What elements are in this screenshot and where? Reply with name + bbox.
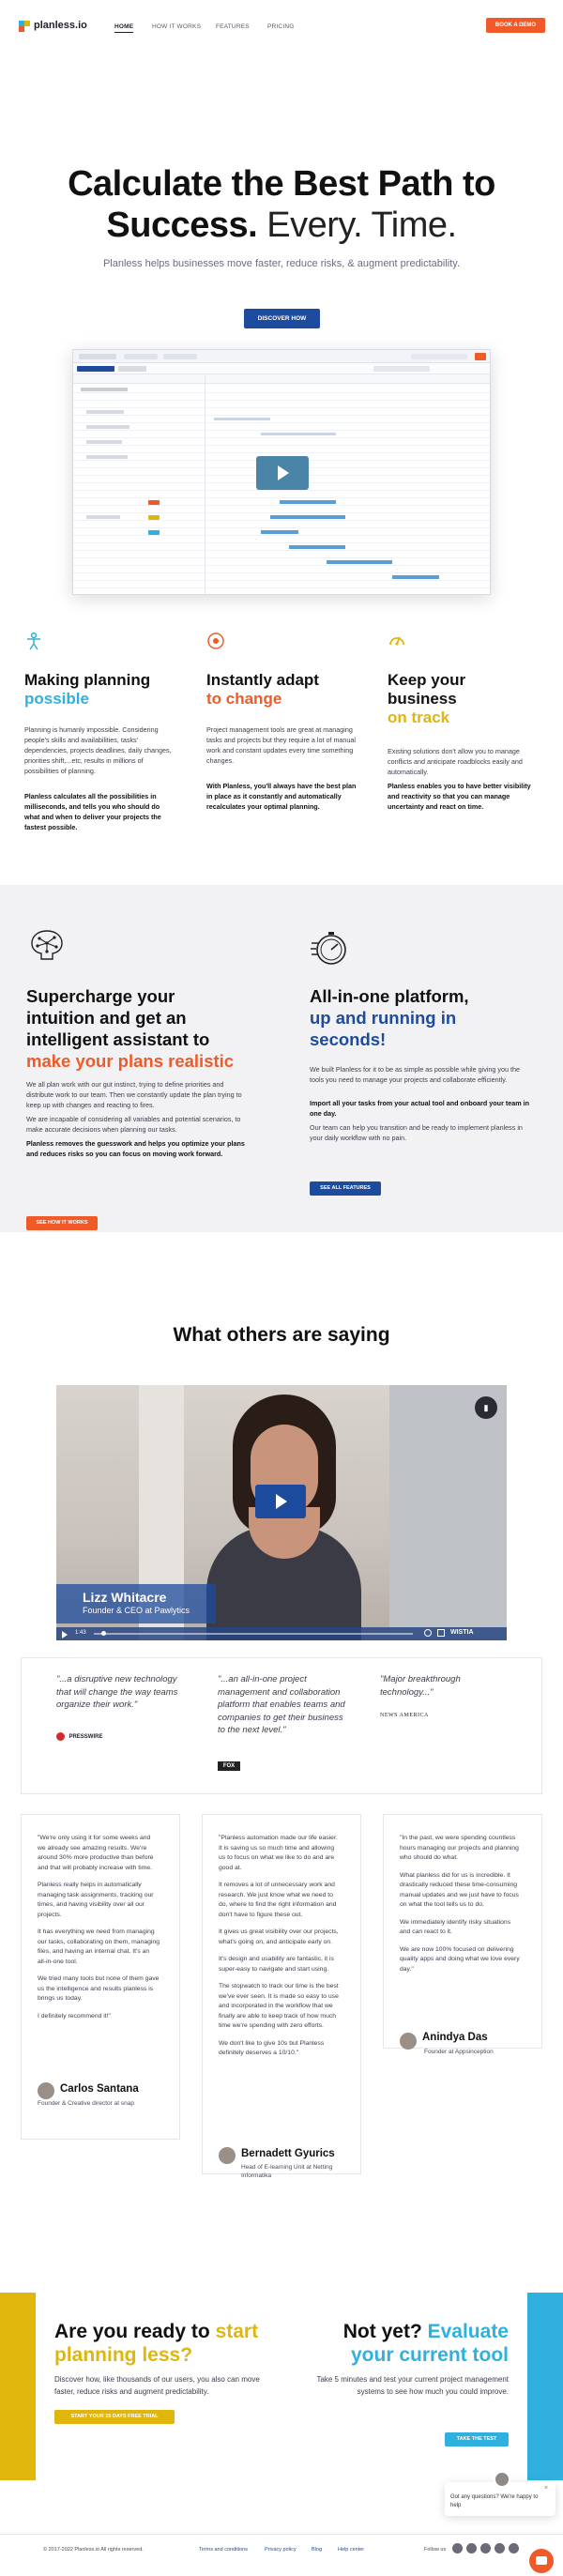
video-play-small-icon[interactable] [62,1631,68,1639]
book-demo-button[interactable]: BOOK A DEMO [486,18,545,33]
chat-text: Got any questions? We're happy to help [450,2494,539,2508]
press-logo-1: PRESSWIRE [56,1729,103,1742]
press-quote-3: "Major breakthrough technology..." [380,1674,461,1698]
nav-how-it-works[interactable]: HOW IT WORKS [152,23,201,30]
brain-network-icon [31,930,63,960]
chat-popup[interactable]: Got any questions? We're happy to help × [445,2471,555,2516]
target-icon [207,633,224,649]
allinone-text-2: Import all your tasks from your actual t… [310,1099,530,1118]
logo[interactable]: planless.io [34,20,87,31]
close-icon[interactable]: × [544,2485,548,2492]
cta-left-title: Are you ready to start planning less? [54,2321,259,2366]
feature-planning-bold-text: Planless calculates all the possibilitie… [24,792,161,831]
cta-right-title: Not yet? Evaluate your current tool [342,2321,509,2366]
intuition-title: Supercharge your intuition and get an inte… [26,986,235,1071]
cta-left-stripe [0,2293,36,2480]
feature-adapt-bold-text: With Planless, you'll always have the be… [206,782,357,811]
press-quote-1: "...a disruptive new technology that wil… [56,1674,178,1710]
volume-icon[interactable]: ▮ [475,1396,497,1419]
avatar [38,2082,54,2099]
gauge-icon [389,636,404,646]
avatar [400,2033,417,2050]
card-1-text: "We're only using it for some weeks and … [38,1835,160,2020]
nav-features[interactable]: FEATURES [216,23,250,30]
intuition-text-2: We are incapable of considering all vari… [26,1115,241,1134]
youtube-icon[interactable] [495,2543,505,2553]
nav-home[interactable]: HOME [114,23,134,33]
linkedin-icon[interactable] [466,2543,477,2553]
avatar [219,2147,236,2164]
intuition-text-3: Planless removes the guesswork and helps… [26,1139,245,1158]
card-3-text: "In the past, we were spending countless… [400,1835,520,1973]
see-all-features-button[interactable]: SEE ALL FEATURES [310,1181,381,1196]
fullscreen-icon[interactable] [437,1629,445,1637]
footer-privacy-link[interactable]: Privacy policy [265,2547,297,2553]
app-screenshot [72,349,491,595]
logo-mark-icon [19,21,30,32]
person-icon [27,632,40,650]
instagram-icon[interactable] [480,2543,491,2553]
feature-track-title: Keep your business on track [388,671,466,726]
feature-planning-text: Planning is humanly impossible. Consider… [24,725,172,775]
card-1-role: Founder & Creative director at snap [38,2100,134,2107]
settings-icon[interactable] [424,1629,432,1637]
video-time: 1:43 [75,1630,86,1636]
card-3-role: Founder at Appsinception [424,2049,494,2055]
discover-how-button[interactable]: DISCOVER HOW [244,309,320,328]
allinone-text-3: Our team can help you transition and be … [310,1123,523,1142]
feature-adapt-title: Instantly adapt to change [206,671,319,708]
testimonials-title: What others are saying [173,1324,390,1346]
take-the-test-button[interactable]: TAKE THE TEST [445,2432,509,2446]
video-person-role: Founder & CEO at Pawlytics [83,1606,190,1615]
press-logo-3: NEWS AMERICA [380,1713,429,1718]
hero-subtitle: Planless helps businesses move faster, r… [102,258,461,269]
facebook-icon[interactable] [452,2543,463,2553]
card-2-name: Bernadett Gyurics [241,2148,335,2159]
footer-copyright: © 2017-2022 Planless.io All rights reser… [43,2547,144,2553]
cta-right-text: Take 5 minutes and test your current pro… [316,2375,509,2396]
card-1-name: Carlos Santana [60,2083,139,2095]
nav-pricing[interactable]: PRICING [267,23,295,30]
cta-left-text: Discover how, like thousands of our user… [54,2375,260,2396]
footer-terms-link[interactable]: Terms and conditions [199,2547,248,2553]
video-play-button[interactable] [255,1485,306,1518]
testimonial-video[interactable]: ▮ Lizz Whitacre Founder & CEO at Pawlyti… [56,1385,507,1640]
allinone-title: All-in-one platform, up and running in s… [310,986,469,1049]
card-2-text: "Planless automation made our life easie… [219,1835,339,2056]
app-titlebar [73,350,490,363]
footer-follow-label: Follow us [424,2547,447,2553]
card-3-name: Anindya Das [422,2032,488,2043]
footer-blog-link[interactable]: Blog [312,2547,322,2553]
free-trial-button[interactable]: START YOUR 15 DAYS FREE TRIAL [54,2410,175,2424]
feature-adapt-text: Project management tools are great at ma… [206,725,357,765]
allinone-text-1: We built Planless for it to be as simple… [310,1065,520,1084]
screenshot-play-button[interactable] [256,456,309,490]
feature-planning-title: Making planning possible [24,671,151,708]
feature-track-bold-text: Planless enables you to have better visi… [388,782,531,811]
see-how-it-works-button[interactable]: SEE HOW IT WORKS [26,1216,98,1230]
feature-track-text: Existing solutions don't allow you to ma… [388,747,523,776]
twitter-icon[interactable] [509,2543,519,2553]
wistia-logo: WISTIA [450,1629,474,1636]
stopwatch-icon [311,932,346,965]
video-person-name: Lizz Whitacre [83,1590,167,1605]
cta-right-stripe [527,2293,563,2480]
press-quote-2: "...an all-in-one project management and… [218,1674,345,1735]
press-logo-2: FOX [218,1761,240,1771]
chat-bubble-icon[interactable] [529,2549,554,2573]
footer-help-link[interactable]: Help center [338,2547,364,2553]
app-toolbar [73,363,490,374]
intuition-text-1: We all plan work with our gut instinct, … [26,1080,242,1109]
hero-title: Calculate the Best Path to Success. Ever… [68,164,495,245]
card-2-role: Head of E-learning Unit at Netting Infor… [241,2164,333,2179]
